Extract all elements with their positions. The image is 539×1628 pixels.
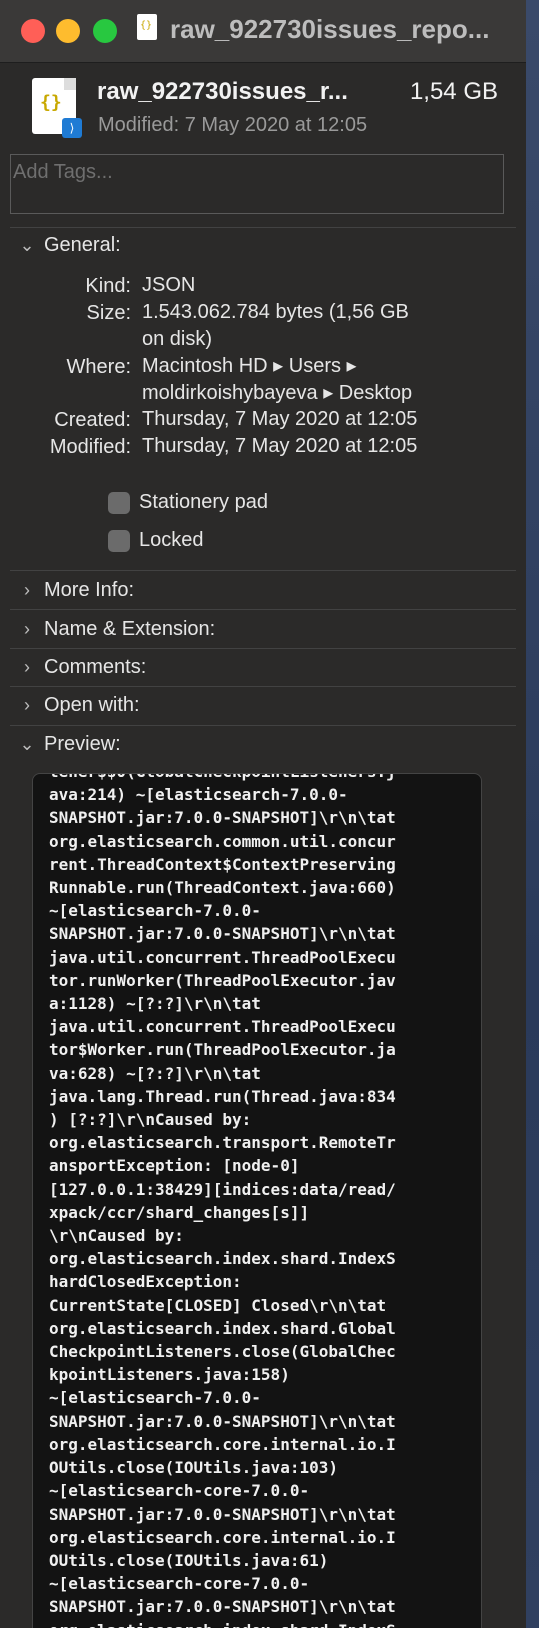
kind-value: JSON	[142, 274, 196, 296]
section-general[interactable]: ⌄ General:	[18, 234, 120, 264]
divider	[10, 570, 516, 571]
preview-line: OUtils.close(IOUtils.java:61)	[49, 1550, 329, 1570]
size-value: 1.543.062.784 bytes (1,56 GB on disk)	[142, 301, 409, 350]
preview-line: SNAPSHOT.jar:7.0.0-SNAPSHOT]\r\n\tat	[49, 1411, 396, 1431]
preview-line: \r\nCaused by:	[49, 1226, 184, 1246]
stationery-pad-checkbox[interactable]	[108, 492, 130, 514]
preview-line: ansportException: [node-0]	[49, 1156, 300, 1176]
modified-label: Modified:	[49, 436, 131, 458]
preview-line: java.util.concurrent.ThreadPoolExecu	[49, 1017, 396, 1037]
preview-line: org.elasticsearch.core.internal.io.I	[49, 1527, 396, 1547]
chevron-right-icon: ›	[24, 657, 30, 677]
modified-date: Modified: 7 May 2020 at 12:05	[98, 114, 368, 136]
preview-line: org.elasticsearch.common.util.concur	[49, 831, 396, 851]
preview-line: SNAPSHOT.jar:7.0.0-SNAPSHOT]\r\n\tat	[49, 808, 396, 828]
preview-text: tener$$0(GlobalCheckpointListeners.j ava:…	[49, 774, 473, 1628]
json-file-icon: {} ⟩	[32, 78, 82, 138]
kind-label: Kind:	[85, 275, 131, 297]
chevron-right-icon: ›	[24, 580, 30, 600]
preview-line: org.elasticsearch.core.internal.io.I	[49, 1434, 396, 1454]
get-info-window: {} raw_922730issues_repo... {} ⟩ raw_922…	[0, 0, 527, 1628]
preview-line: ~[elasticsearch-core-7.0.0-	[49, 1481, 310, 1501]
preview-line: kpointListeners.java:158)	[49, 1365, 290, 1385]
preview-line: [127.0.0.1:38429][indices:data/read/	[49, 1179, 396, 1199]
divider	[10, 648, 516, 649]
preview-line: CurrentState[CLOSED] Closed\r\n\tat	[49, 1295, 387, 1315]
preview-line: ) [?:?]\r\nCaused by:	[49, 1110, 252, 1130]
vscode-badge-icon: ⟩	[62, 118, 82, 138]
modified-value: Thursday, 7 May 2020 at 12:05	[142, 435, 418, 457]
preview-line: tor$Worker.run(ThreadPoolExecutor.ja	[49, 1040, 396, 1060]
json-file-icon: {}	[137, 14, 157, 40]
preview-line: ~[elasticsearch-7.0.0-	[49, 901, 261, 921]
chevron-right-icon: ›	[24, 619, 30, 639]
section-name-extension[interactable]: › Name & Extension:	[18, 618, 215, 648]
preview-line: org.elasticsearch.index.shard.IndexS	[49, 1619, 473, 1628]
preview-line: tor.runWorker(ThreadPoolExecutor.jav	[49, 970, 396, 990]
divider	[10, 227, 516, 228]
stationery-pad-label: Stationery pad	[139, 491, 268, 513]
file-name: raw_922730issues_r...	[97, 78, 348, 105]
locked-label: Locked	[139, 529, 204, 551]
divider	[10, 609, 516, 610]
preview-line: java.lang.Thread.run(Thread.java:834	[49, 1086, 396, 1106]
preview-line: Runnable.run(ThreadContext.java:660)	[49, 878, 396, 898]
section-comments[interactable]: › Comments:	[18, 656, 146, 686]
preview-line: org.elasticsearch.transport.RemoteTr	[49, 1133, 396, 1153]
desktop-background	[526, 0, 539, 1628]
title-bar[interactable]: {} raw_922730issues_repo...	[0, 0, 526, 63]
zoom-button[interactable]	[93, 19, 117, 43]
section-more-info[interactable]: › More Info:	[18, 579, 134, 609]
preview-line: hardClosedException:	[49, 1272, 242, 1292]
created-label: Created:	[54, 409, 131, 431]
close-button[interactable]	[21, 19, 45, 43]
preview-line: xpack/ccr/shard_changes[s]]	[49, 1202, 310, 1222]
preview-line: SNAPSHOT.jar:7.0.0-SNAPSHOT]\r\n\tat	[49, 924, 396, 944]
divider	[10, 686, 516, 687]
preview-line: va:628) ~[?:?]\r\n\tat	[49, 1063, 261, 1083]
minimize-button[interactable]	[56, 19, 80, 43]
section-preview[interactable]: ⌄ Preview:	[18, 733, 120, 763]
preview-line: tener$$0(GlobalCheckpointListeners.j	[49, 774, 473, 783]
where-value: Macintosh HD ▸ Users ▸ moldirkoishybayev…	[142, 355, 413, 404]
preview-line: java.util.concurrent.ThreadPoolExecu	[49, 947, 396, 967]
preview-line: SNAPSHOT.jar:7.0.0-SNAPSHOT]\r\n\tat	[49, 1504, 396, 1524]
preview-line: OUtils.close(IOUtils.java:103)	[49, 1458, 338, 1478]
preview-line: org.elasticsearch.index.shard.Global	[49, 1318, 396, 1338]
preview-line: a:1128) ~[?:?]\r\n\tat	[49, 994, 261, 1014]
size-label: Size:	[86, 302, 131, 324]
preview-pane[interactable]: tener$$0(GlobalCheckpointListeners.j ava:…	[32, 773, 482, 1628]
locked-checkbox[interactable]	[108, 530, 130, 552]
where-label: Where:	[66, 356, 131, 378]
preview-line: rent.ThreadContext$ContextPreserving	[49, 854, 396, 874]
preview-line: ~[elasticsearch-core-7.0.0-	[49, 1574, 310, 1594]
file-size: 1,54 GB	[409, 78, 498, 105]
created-value: Thursday, 7 May 2020 at 12:05	[142, 408, 418, 430]
divider	[10, 725, 516, 726]
preview-line: ~[elasticsearch-7.0.0-	[49, 1388, 261, 1408]
preview-line: ava:214) ~[elasticsearch-7.0.0-	[49, 785, 348, 805]
preview-line: CheckpointListeners.close(GlobalChec	[49, 1342, 396, 1362]
preview-line: SNAPSHOT.jar:7.0.0-SNAPSHOT]\r\n\tat	[49, 1597, 396, 1617]
chevron-down-icon: ⌄	[19, 235, 35, 255]
window-title: raw_922730issues_repo...	[170, 14, 490, 44]
preview-line: org.elasticsearch.index.shard.IndexS	[49, 1249, 396, 1269]
section-open-with[interactable]: › Open with:	[18, 694, 140, 724]
tags-field[interactable]: Add Tags...	[10, 154, 504, 214]
chevron-right-icon: ›	[24, 695, 30, 715]
chevron-down-icon: ⌄	[19, 734, 35, 754]
